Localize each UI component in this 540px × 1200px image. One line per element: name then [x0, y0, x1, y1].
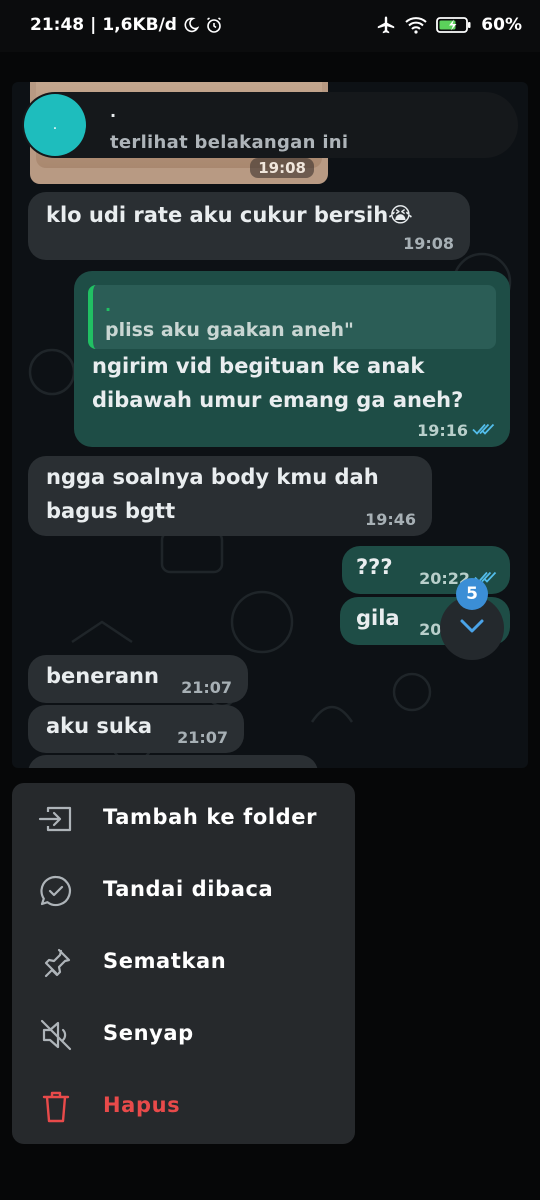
wifi-icon	[405, 16, 427, 34]
moon-icon	[183, 17, 199, 33]
message-text-line2: bagus bgtt	[46, 499, 176, 523]
message-text: gila	[356, 606, 400, 630]
chat-check-icon	[38, 873, 74, 909]
status-bar: 21:48 | 1,6KB/d 60%	[0, 0, 540, 52]
message-text: aku suka	[46, 714, 152, 738]
contact-popup[interactable]: . . terlihat belakangan ini	[22, 92, 518, 158]
chevron-down-icon	[458, 617, 486, 639]
pin-icon	[38, 945, 74, 981]
message-text: benerann	[46, 664, 159, 688]
menu-item-label: Tambah ke folder	[103, 805, 318, 829]
chat-preview: 19:08 . . terlihat belakangan ini klo ud…	[12, 82, 528, 768]
double-check-icon	[472, 421, 496, 441]
message-time: 19:16	[417, 420, 468, 440]
battery-percent: 60%	[481, 15, 522, 35]
message-incoming[interactable]: ngga soalnya body kmu dah bagus bgtt 19:…	[28, 456, 432, 536]
menu-item-mark-read[interactable]: Tandai dibaca	[12, 855, 355, 927]
unread-badge: 5	[456, 578, 488, 610]
message-time: 21:07	[181, 678, 232, 697]
quoted-text: pliss aku gaakan aneh"	[105, 319, 354, 341]
message-text-line1: ngirim vid begituan ke anak	[92, 354, 425, 378]
message-text: klo udi rate aku cukur bersih😭	[46, 203, 413, 227]
mute-icon	[38, 1017, 74, 1053]
message-incoming[interactable]: aku suka 21:07	[28, 705, 244, 753]
message-meta: 19:16	[417, 421, 496, 442]
message-time: 19:46	[365, 510, 416, 529]
message-text-line1: ngga soalnya body kmu dah	[46, 465, 379, 489]
image-timestamp: 19:08	[250, 158, 314, 178]
network-speed: 1,6KB/d	[102, 15, 177, 35]
clock: 21:48	[30, 15, 85, 35]
trash-icon	[38, 1089, 74, 1125]
message-incoming[interactable]: klo udi rate aku cukur bersih😭 19:08	[28, 192, 470, 260]
status-separator: |	[90, 15, 97, 35]
message-incoming[interactable]: benerann 21:07	[28, 655, 248, 703]
last-seen-text: terlihat belakangan ini	[110, 132, 349, 153]
menu-item-pin[interactable]: Sematkan	[12, 927, 355, 999]
menu-item-label: Tandai dibaca	[103, 877, 274, 901]
chat-context-menu: Tambah ke folder Tandai dibaca Sematkan …	[12, 783, 355, 1144]
menu-item-delete[interactable]: Hapus	[12, 1071, 355, 1143]
message-incoming[interactable]	[28, 755, 318, 768]
message-outgoing[interactable]: . pliss aku gaakan aneh" ngirim vid begi…	[74, 271, 510, 447]
avatar[interactable]: .	[24, 94, 86, 156]
airplane-mode-icon	[376, 15, 396, 35]
folder-move-icon	[38, 801, 74, 837]
message-time: 19:08	[403, 234, 454, 253]
quoted-message[interactable]: . pliss aku gaakan aneh"	[88, 285, 496, 349]
menu-item-mute[interactable]: Senyap	[12, 999, 355, 1071]
menu-item-label: Hapus	[103, 1093, 181, 1117]
message-time: 21:07	[177, 728, 228, 747]
message-text: ???	[356, 555, 393, 579]
message-text-line2: dibawah umur emang ga aneh?	[92, 388, 464, 412]
menu-item-label: Senyap	[103, 1021, 194, 1045]
menu-item-add-to-folder[interactable]: Tambah ke folder	[12, 783, 355, 855]
alarm-icon	[205, 16, 223, 34]
battery-icon	[436, 16, 472, 34]
contact-name: .	[110, 102, 117, 121]
menu-item-label: Sematkan	[103, 949, 227, 973]
